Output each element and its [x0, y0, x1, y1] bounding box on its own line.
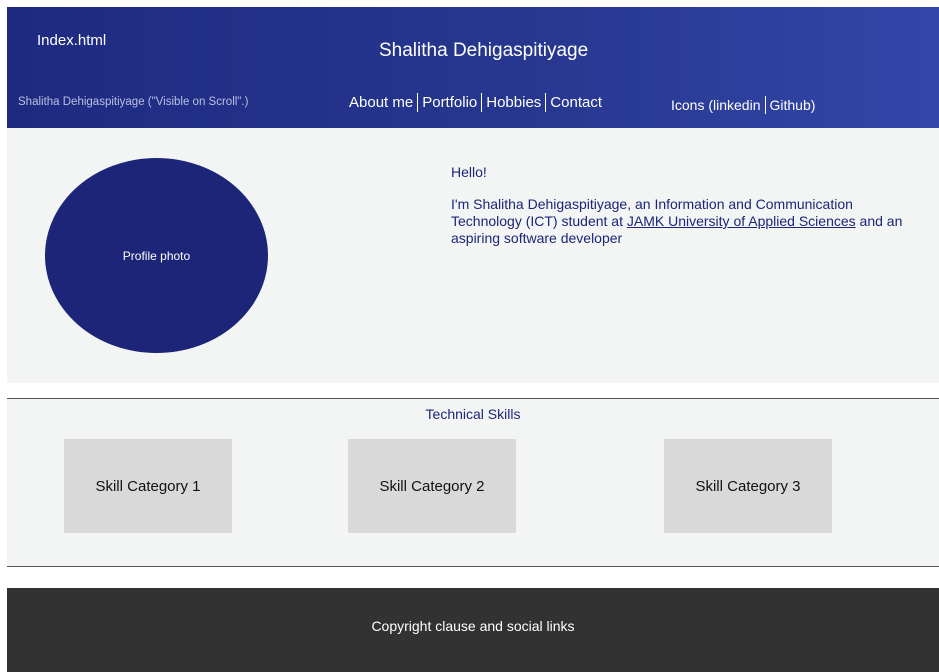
page: Index.html Shalitha Dehigaspitiyage Shal… [0, 0, 939, 672]
site-title: Shalitha Dehigaspitiyage [379, 40, 589, 61]
greeting: Hello! [451, 164, 487, 180]
profile-photo: Profile photo [45, 158, 268, 353]
nav-divider [545, 93, 547, 112]
skill-category-label: Skill Category 2 [379, 477, 485, 495]
nav-divider [481, 93, 483, 112]
university-link[interactable]: JAMK University of Applied Sciences [627, 213, 856, 229]
bio-text: I'm Shalitha Dehigaspitiyage, an Informa… [451, 196, 921, 247]
skill-category-label: Skill Category 1 [95, 477, 201, 495]
site-header: Index.html Shalitha Dehigaspitiyage Shal… [7, 7, 939, 128]
skill-category-card: Skill Category 1 [64, 439, 232, 533]
skill-category-label: Skill Category 3 [695, 477, 801, 495]
site-footer: Copyright clause and social links [7, 588, 939, 672]
skill-category-card: Skill Category 2 [348, 439, 516, 533]
nav-link-portfolio[interactable]: Portfolio [422, 94, 477, 111]
nav-divider [417, 93, 419, 112]
github-link[interactable]: Github) [770, 97, 816, 113]
social-icons: Icons (linkedin Github) [671, 96, 815, 114]
technical-skills-section: Technical Skills Skill Category 1 Skill … [7, 399, 939, 566]
section-divider [7, 566, 939, 567]
linkedin-link[interactable]: Icons (linkedin [671, 97, 761, 113]
skill-category-card: Skill Category 3 [664, 439, 832, 533]
bio: Hello! I'm Shalitha Dehigaspitiyage, an … [451, 164, 921, 247]
nav-link-hobbies[interactable]: Hobbies [486, 94, 541, 111]
main-nav: About me Portfolio Hobbies Contact [349, 93, 602, 112]
nav-link-contact[interactable]: Contact [550, 94, 602, 111]
skills-title: Technical Skills [425, 406, 521, 422]
nav-link-about-me[interactable]: About me [349, 94, 413, 111]
profile-photo-label: Profile photo [122, 248, 191, 263]
footer-text: Copyright clause and social links [371, 618, 575, 634]
icons-divider [764, 96, 766, 114]
intro-section: Profile photo Hello! I'm Shalitha Dehiga… [7, 128, 939, 383]
scroll-name-label: Shalitha Dehigaspitiyage ("Visible on Sc… [18, 96, 249, 108]
filename-label: Index.html [37, 32, 107, 49]
